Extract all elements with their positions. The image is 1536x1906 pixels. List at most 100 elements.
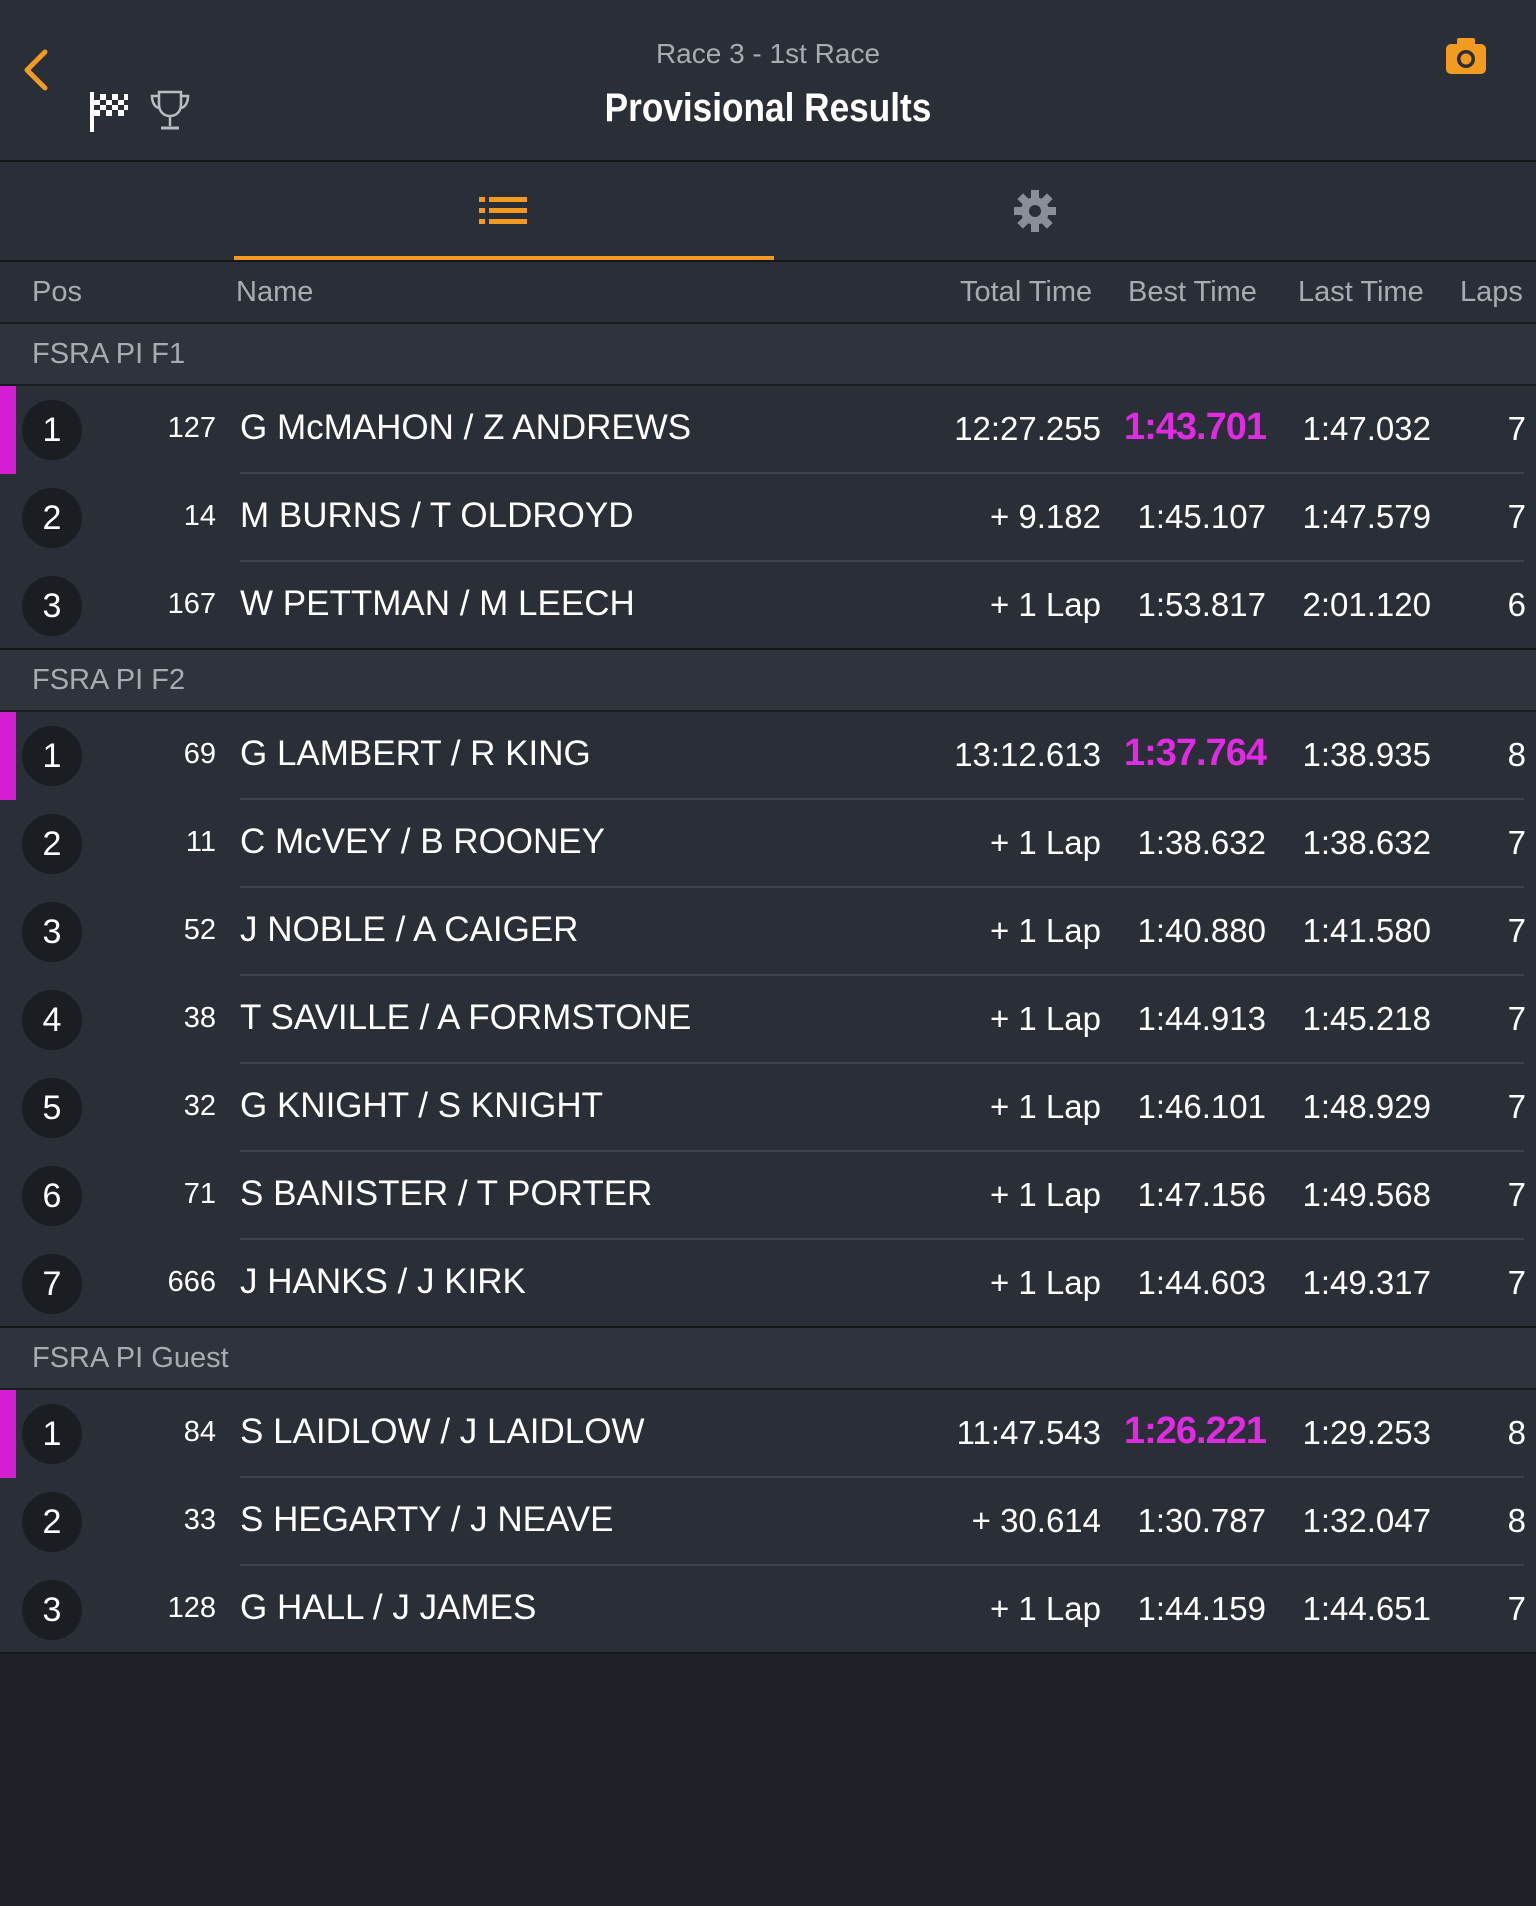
laps-count: 7 <box>1507 498 1526 535</box>
laps-count: 7 <box>1507 1000 1526 1037</box>
result-row[interactable]: 6 71 S BANISTER / T PORTER + 1 Lap 1:47.156 1… <box>0 1152 1536 1240</box>
total-time: + 30.614 <box>971 1502 1101 1539</box>
last-time: 2:01.120 <box>1302 586 1431 623</box>
last-time: 1:38.632 <box>1302 824 1431 861</box>
car-number: 52 <box>183 914 216 946</box>
position-badge: 1 <box>22 400 82 460</box>
laps-count: 7 <box>1507 1176 1526 1213</box>
position-badge: 4 <box>22 990 82 1050</box>
best-time: 1:40.880 <box>1137 912 1266 949</box>
driver-names: G McMAHON / Z ANDREWS <box>240 408 692 447</box>
laps-count: 7 <box>1507 1264 1526 1301</box>
laps-count: 7 <box>1507 912 1526 949</box>
laps-count: 8 <box>1507 736 1526 773</box>
class-group-header: FSRA PI F1 <box>0 324 1536 386</box>
total-time: + 1 Lap <box>989 1590 1101 1627</box>
result-row[interactable]: 4 38 T SAVILLE / A FORMSTONE + 1 Lap 1:44.91… <box>0 976 1536 1064</box>
last-time: 1:44.651 <box>1302 1590 1431 1627</box>
col-best-time: Best Time <box>1128 276 1257 308</box>
laps-count: 6 <box>1507 586 1526 623</box>
best-time: 1:45.107 <box>1137 498 1266 535</box>
result-row[interactable]: 3 128 G HALL / J JAMES + 1 Lap 1:44.159 1:44.… <box>0 1566 1536 1654</box>
laps-count: 7 <box>1507 1590 1526 1627</box>
class-group-title: FSRA PI F1 <box>32 338 186 370</box>
result-row[interactable]: 2 14 M BURNS / T OLDROYD + 9.182 1:45.107 1:4… <box>0 474 1536 562</box>
driver-names: W PETTMAN / M LEECH <box>240 584 635 623</box>
position-badge: 6 <box>22 1166 82 1226</box>
col-last-time: Last Time <box>1298 276 1424 308</box>
total-time: + 1 Lap <box>989 824 1101 861</box>
position-badge: 2 <box>22 488 82 548</box>
driver-names: G LAMBERT / R KING <box>240 734 591 773</box>
car-number: 666 <box>167 1266 216 1298</box>
top-bar: Race 3 - 1st Race Provisional Results <box>0 0 1536 162</box>
car-number: 128 <box>167 1592 216 1624</box>
best-time: 1:44.913 <box>1137 1000 1266 1037</box>
position-badge: 2 <box>22 814 82 874</box>
position-badge: 7 <box>22 1254 82 1314</box>
last-time: 1:29.253 <box>1302 1414 1431 1451</box>
driver-names: G KNIGHT / S KNIGHT <box>240 1086 604 1125</box>
result-row[interactable]: 1 69 G LAMBERT / R KING 13:12.613 1:37.764 1:… <box>0 712 1536 800</box>
position-badge: 3 <box>22 576 82 636</box>
driver-names: S LAIDLOW / J LAIDLOW <box>240 1412 645 1451</box>
tab-results-list[interactable] <box>234 162 774 260</box>
driver-names: J NOBLE / A CAIGER <box>240 910 579 949</box>
race-subtitle: Race 3 - 1st Race <box>655 38 881 69</box>
last-time: 1:48.929 <box>1302 1088 1431 1125</box>
laps-count: 8 <box>1507 1502 1526 1539</box>
result-row[interactable]: 5 32 G KNIGHT / S KNIGHT + 1 Lap 1:46.101 1:4… <box>0 1064 1536 1152</box>
total-time: + 1 Lap <box>989 1000 1101 1037</box>
col-name: Name <box>236 276 314 308</box>
tab-settings[interactable] <box>800 162 1270 260</box>
best-time: 1:44.603 <box>1137 1264 1266 1301</box>
position-badge: 3 <box>22 902 82 962</box>
class-leader-marker <box>0 386 16 474</box>
best-time: 1:26.221 <box>1123 1410 1267 1452</box>
result-row[interactable]: 1 84 S LAIDLOW / J LAIDLOW 11:47.543 1:26.22… <box>0 1390 1536 1478</box>
view-tabs <box>0 162 1536 262</box>
result-row[interactable]: 1 127 G McMAHON / Z ANDREWS 12:27.255 1:43.7… <box>0 386 1536 474</box>
best-time: 1:30.787 <box>1137 1502 1266 1539</box>
row-divider <box>0 1652 1536 1654</box>
result-row[interactable]: 2 11 C McVEY / B ROONEY + 1 Lap 1:38.632 1:38… <box>0 800 1536 888</box>
result-row[interactable]: 3 52 J NOBLE / A CAIGER + 1 Lap 1:40.880 1:41… <box>0 888 1536 976</box>
total-time: 11:47.543 <box>956 1414 1101 1451</box>
class-group-title: FSRA PI Guest <box>32 1342 229 1374</box>
car-number: 11 <box>185 826 216 858</box>
best-time: 1:43.701 <box>1123 406 1267 448</box>
driver-names: T SAVILLE / A FORMSTONE <box>240 998 692 1037</box>
laps-count: 8 <box>1507 1414 1526 1451</box>
total-time: + 1 Lap <box>989 586 1101 623</box>
car-number: 32 <box>183 1090 216 1122</box>
total-time: + 1 Lap <box>989 1264 1101 1301</box>
last-time: 1:49.568 <box>1302 1176 1431 1213</box>
last-time: 1:32.047 <box>1302 1502 1431 1539</box>
results-column-header: Pos Name Total Time Best Time Last Time … <box>0 262 1536 324</box>
driver-names: J HANKS / J KIRK <box>240 1262 526 1301</box>
best-time: 1:44.159 <box>1137 1590 1266 1627</box>
best-time: 1:47.156 <box>1137 1176 1266 1213</box>
result-row[interactable]: 2 33 S HEGARTY / J NEAVE + 30.614 1:30.787 1:… <box>0 1478 1536 1566</box>
class-leader-marker <box>0 712 16 800</box>
total-time: + 9.182 <box>989 498 1101 535</box>
car-number: 84 <box>183 1416 216 1448</box>
total-time: + 1 Lap <box>989 912 1101 949</box>
last-time: 1:49.317 <box>1302 1264 1431 1301</box>
col-laps: Laps <box>1460 276 1523 308</box>
car-number: 69 <box>183 738 216 770</box>
car-number: 33 <box>183 1504 216 1536</box>
class-group-header: FSRA PI F2 <box>0 650 1536 712</box>
last-time: 1:45.218 <box>1302 1000 1431 1037</box>
total-time: 12:27.255 <box>954 410 1101 447</box>
driver-names: S HEGARTY / J NEAVE <box>240 1500 614 1539</box>
last-time: 1:41.580 <box>1302 912 1431 949</box>
result-row[interactable]: 3 167 W PETTMAN / M LEECH + 1 Lap 1:53.817 2:… <box>0 562 1536 650</box>
class-group-header: FSRA PI Guest <box>0 1328 1536 1390</box>
position-badge: 2 <box>22 1492 82 1552</box>
driver-names: M BURNS / T OLDROYD <box>240 496 634 535</box>
best-time: 1:38.632 <box>1137 824 1266 861</box>
page-title: Provisional Results <box>604 86 932 130</box>
camera-icon[interactable] <box>1444 36 1488 76</box>
result-row[interactable]: 7 666 J HANKS / J KIRK + 1 Lap 1:44.603 1:49.… <box>0 1240 1536 1328</box>
